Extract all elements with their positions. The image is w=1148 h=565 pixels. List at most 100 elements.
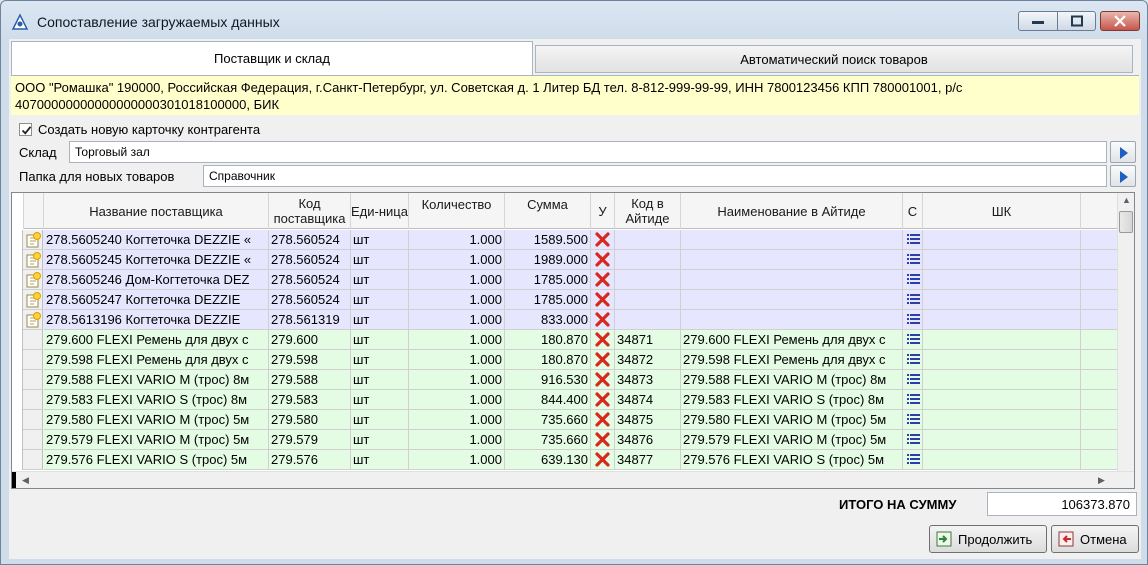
cell-aitide-code[interactable]: 34876: [615, 430, 681, 450]
row-header[interactable]: [12, 370, 43, 390]
cell-supplier-code[interactable]: 279.598: [269, 350, 351, 370]
cell-supplier-code[interactable]: 279.576: [269, 450, 351, 470]
cell-sum[interactable]: 1785.000: [505, 290, 591, 310]
reject-x-icon[interactable]: [595, 232, 610, 247]
folder-field[interactable]: Справочник: [203, 165, 1107, 187]
cell-quantity[interactable]: 1.000: [409, 230, 505, 250]
cell-quantity[interactable]: 1.000: [409, 450, 505, 470]
row-header[interactable]: [12, 230, 43, 250]
cell-supplier-code[interactable]: 279.579: [269, 430, 351, 450]
cell-aitide-code[interactable]: [615, 310, 681, 330]
table-row[interactable]: 279.600 FLEXI Ремень для двух с 279.600 шт…: [12, 330, 1122, 350]
continue-button[interactable]: Продолжить: [929, 525, 1047, 553]
tab-auto-search[interactable]: Автоматический поиск товаров: [535, 45, 1133, 73]
row-header[interactable]: [12, 390, 43, 410]
cell-aitide-code[interactable]: [615, 270, 681, 290]
cell-u[interactable]: [591, 230, 615, 250]
reject-x-icon[interactable]: [595, 432, 610, 447]
cell-aitide-code[interactable]: [615, 290, 681, 310]
row-header[interactable]: [12, 310, 43, 330]
cell-c[interactable]: [903, 390, 923, 410]
cell-barcode[interactable]: [923, 450, 1081, 470]
cell-c[interactable]: [903, 450, 923, 470]
cell-u[interactable]: [591, 270, 615, 290]
cell-c[interactable]: [903, 350, 923, 370]
cell-unit[interactable]: шт: [351, 230, 409, 250]
list-icon[interactable]: [907, 393, 920, 406]
cell-barcode[interactable]: [923, 250, 1081, 270]
cell-extra[interactable]: [1081, 270, 1122, 290]
cell-quantity[interactable]: 1.000: [409, 290, 505, 310]
cell-unit[interactable]: шт: [351, 410, 409, 430]
cell-aitide-name[interactable]: [681, 290, 903, 310]
cell-aitide-name[interactable]: [681, 230, 903, 250]
cell-quantity[interactable]: 1.000: [409, 250, 505, 270]
cell-aitide-code[interactable]: 34877: [615, 450, 681, 470]
cell-c[interactable]: [903, 230, 923, 250]
cell-c[interactable]: [903, 250, 923, 270]
cell-supplier-name[interactable]: 278.5605247 Когтеточка DEZZIE: [44, 290, 269, 310]
cell-aitide-name[interactable]: 279.576 FLEXI VARIO S (трос) 5м: [681, 450, 903, 470]
reject-x-icon[interactable]: [595, 412, 610, 427]
reject-x-icon[interactable]: [595, 272, 610, 287]
cell-barcode[interactable]: [923, 330, 1081, 350]
cell-unit[interactable]: шт: [351, 250, 409, 270]
cell-aitide-name[interactable]: 279.600 FLEXI Ремень для двух с: [681, 330, 903, 350]
table-row[interactable]: 278.5605245 Когтеточка DEZZIE «278.56052…: [12, 250, 1122, 270]
cell-c[interactable]: [903, 290, 923, 310]
row-header[interactable]: [12, 270, 43, 290]
cell-unit[interactable]: шт: [351, 370, 409, 390]
cell-aitide-name[interactable]: 279.583 FLEXI VARIO S (трос) 8м: [681, 390, 903, 410]
cell-quantity[interactable]: 1.000: [409, 370, 505, 390]
tab-supplier-warehouse[interactable]: Поставщик и склад: [11, 41, 533, 75]
cell-unit[interactable]: шт: [351, 310, 409, 330]
table-row[interactable]: 278.5605247 Когтеточка DEZZIE 278.560524 ш…: [12, 290, 1122, 310]
table-row[interactable]: 279.579 FLEXI VARIO M (трос) 5м 279.579 шт…: [12, 430, 1122, 450]
reject-x-icon[interactable]: [595, 312, 610, 327]
warehouse-field[interactable]: Торговый зал: [69, 141, 1107, 163]
header-barcode[interactable]: ШК: [923, 193, 1081, 229]
warehouse-select-button[interactable]: [1110, 141, 1136, 163]
list-icon[interactable]: [907, 333, 920, 346]
horizontal-scrollbar[interactable]: ◀ ▶: [12, 471, 1134, 488]
cell-u[interactable]: [591, 330, 615, 350]
cell-sum[interactable]: 833.000: [505, 310, 591, 330]
cell-unit[interactable]: шт: [351, 390, 409, 410]
cell-aitide-code[interactable]: 34871: [615, 330, 681, 350]
cell-supplier-code[interactable]: 279.580: [269, 410, 351, 430]
table-row[interactable]: 278.5605246 Дом-Когтеточка DEZ 278.560524…: [12, 270, 1122, 290]
cell-aitide-name[interactable]: 279.588 FLEXI VARIO M (трос) 8м: [681, 370, 903, 390]
cell-supplier-name[interactable]: 278.5605245 Когтеточка DEZZIE «: [44, 250, 269, 270]
cell-quantity[interactable]: 1.000: [409, 390, 505, 410]
vertical-scrollbar[interactable]: ▲: [1117, 193, 1134, 473]
cell-barcode[interactable]: [923, 430, 1081, 450]
cell-supplier-code[interactable]: 279.600: [269, 330, 351, 350]
cell-barcode[interactable]: [923, 390, 1081, 410]
cell-c[interactable]: [903, 410, 923, 430]
cell-unit[interactable]: шт: [351, 350, 409, 370]
cell-barcode[interactable]: [923, 290, 1081, 310]
cell-extra[interactable]: [1081, 390, 1122, 410]
table-row[interactable]: 279.580 FLEXI VARIO M (трос) 5м 279.580 шт…: [12, 410, 1122, 430]
cell-quantity[interactable]: 1.000: [409, 310, 505, 330]
items-grid[interactable]: Название поставщика Код поставщика Еди-н…: [11, 192, 1135, 489]
list-icon[interactable]: [907, 313, 920, 326]
cell-supplier-name[interactable]: 279.588 FLEXI VARIO M (трос) 8м: [44, 370, 269, 390]
table-row[interactable]: 278.5605240 Когтеточка DEZZIE «278.56052…: [12, 230, 1122, 250]
cell-aitide-name[interactable]: 279.580 FLEXI VARIO M (трос) 5м: [681, 410, 903, 430]
cell-sum[interactable]: 1589.500: [505, 230, 591, 250]
cell-u[interactable]: [591, 370, 615, 390]
cell-extra[interactable]: [1081, 250, 1122, 270]
reject-x-icon[interactable]: [595, 352, 610, 367]
cell-supplier-name[interactable]: 279.580 FLEXI VARIO M (трос) 5м: [44, 410, 269, 430]
reject-x-icon[interactable]: [595, 392, 610, 407]
cell-extra[interactable]: [1081, 290, 1122, 310]
cell-u[interactable]: [591, 410, 615, 430]
cell-supplier-name[interactable]: 279.598 FLEXI Ремень для двух с: [44, 350, 269, 370]
cell-unit[interactable]: шт: [351, 290, 409, 310]
close-button[interactable]: [1100, 11, 1140, 31]
cell-c[interactable]: [903, 430, 923, 450]
cell-aitide-code[interactable]: [615, 230, 681, 250]
cell-supplier-name[interactable]: 279.579 FLEXI VARIO M (трос) 5м: [44, 430, 269, 450]
header-supplier-name[interactable]: Название поставщика: [44, 193, 269, 229]
